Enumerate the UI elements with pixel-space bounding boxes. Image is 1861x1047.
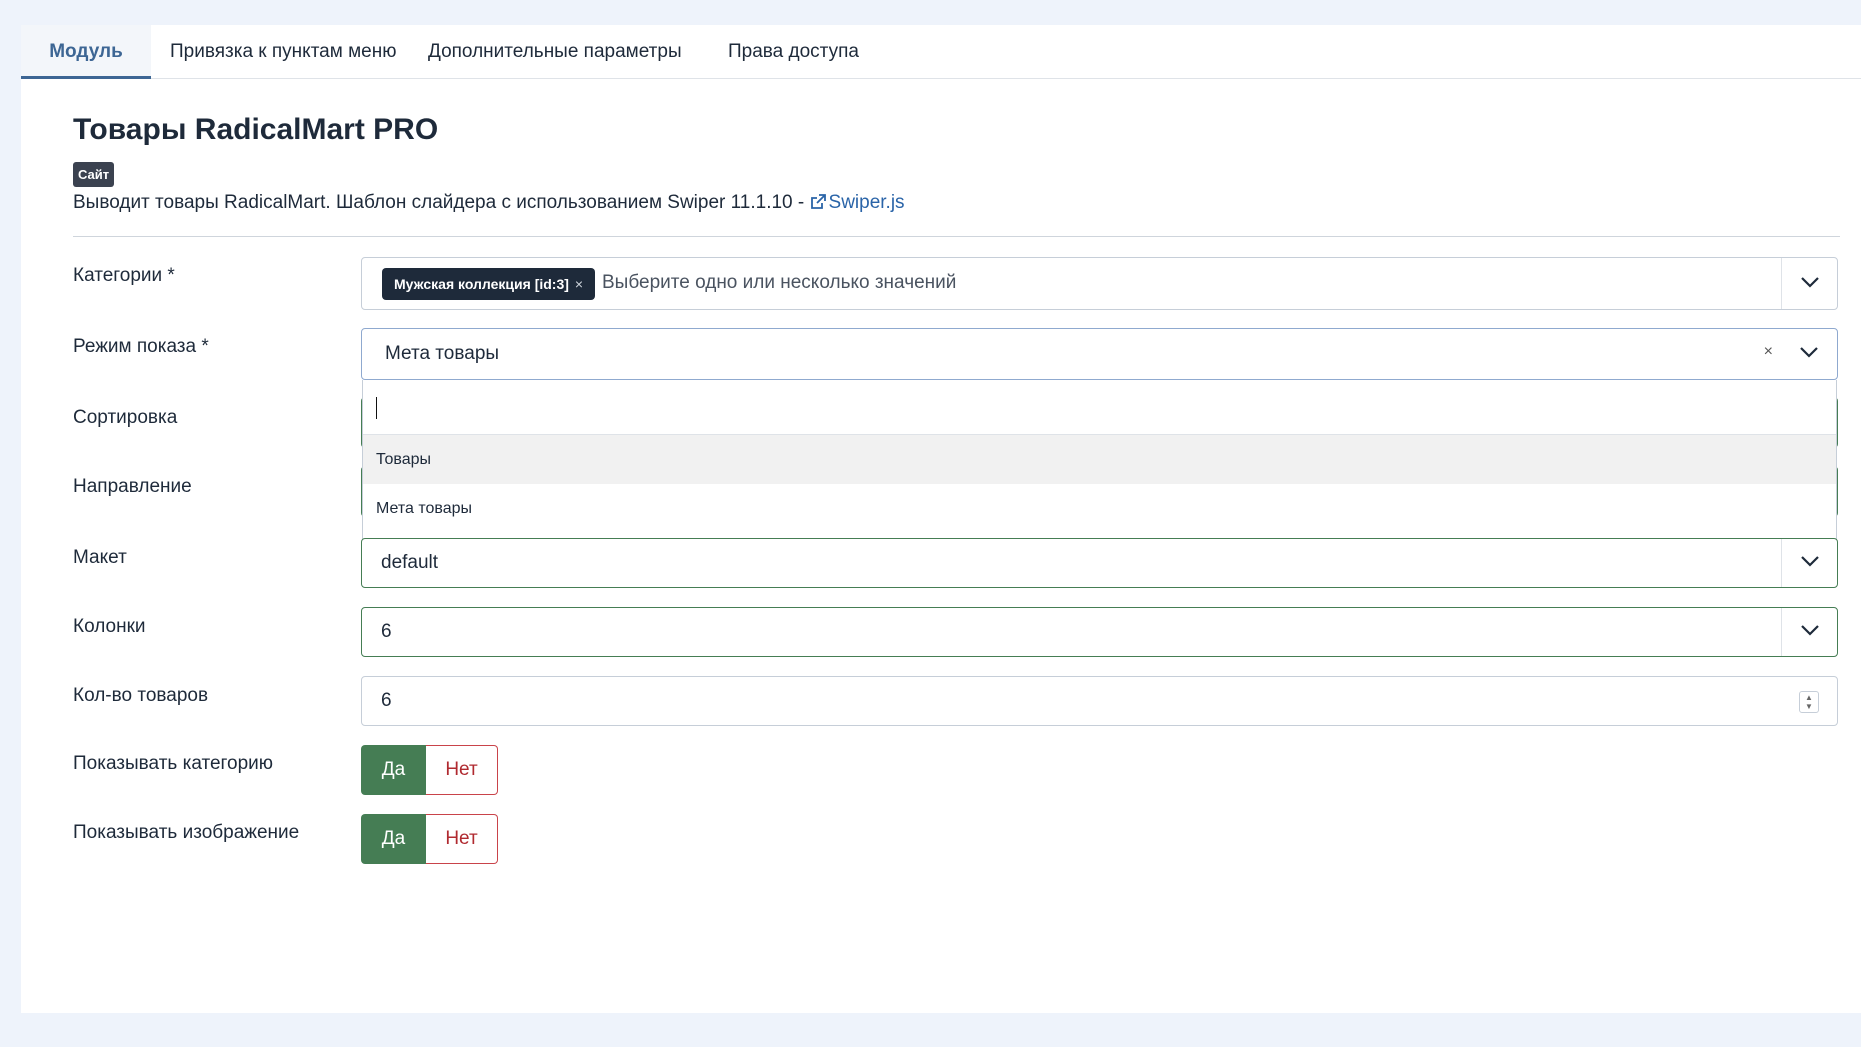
- columns-label: Колонки: [73, 616, 146, 637]
- description-text: Выводит товары RadicalMart. Шаблон слайд…: [73, 192, 810, 213]
- chevron-down-icon: [1800, 623, 1819, 641]
- divider: [73, 236, 1840, 237]
- swiper-link[interactable]: Swiper.js: [810, 192, 905, 213]
- module-description: Выводит товары RadicalMart. Шаблон слайд…: [73, 192, 905, 216]
- mode-toggle[interactable]: [1781, 329, 1837, 379]
- site-badge: Сайт: [73, 162, 115, 187]
- layout-toggle[interactable]: [1781, 539, 1837, 587]
- show-image-yes[interactable]: Да: [361, 814, 426, 864]
- columns-select[interactable]: 6: [361, 607, 1838, 657]
- direction-label: Направление: [73, 476, 192, 497]
- tab-menu-assignment[interactable]: Привязка к пунктам меню: [170, 25, 396, 79]
- count-input[interactable]: 6 ▲ ▼: [361, 676, 1838, 726]
- module-edit-card: Модуль Привязка к пунктам меню Дополните…: [21, 25, 1861, 1013]
- show-category-no[interactable]: Нет: [426, 745, 498, 795]
- mode-dropdown: Товары Мета товары: [362, 380, 1837, 556]
- tab-module[interactable]: Модуль: [21, 25, 151, 79]
- tab-permissions[interactable]: Права доступа: [728, 25, 859, 79]
- show-category-toggle: Да Нет: [361, 745, 498, 795]
- layout-value: default: [381, 552, 439, 573]
- count-label: Кол-во товаров: [73, 685, 209, 706]
- chevron-down-icon: [1800, 275, 1819, 293]
- chevron-down-icon: [1800, 345, 1818, 363]
- categories-select[interactable]: Мужская коллекция [id:3] × Выберите одно …: [361, 257, 1838, 310]
- external-link-icon: [810, 194, 826, 216]
- number-spinner[interactable]: ▲ ▼: [1799, 691, 1819, 713]
- dropdown-option-meta-products[interactable]: Мета товары: [363, 484, 1836, 533]
- chip-remove-icon[interactable]: ×: [575, 276, 583, 292]
- layout-label: Макет: [73, 547, 127, 568]
- page-title: Товары RadicalMart PRO: [73, 113, 439, 146]
- categories-toggle[interactable]: [1781, 258, 1837, 309]
- categories-placeholder: Выберите одно или несколько значений: [602, 272, 957, 293]
- text-cursor: [376, 397, 377, 419]
- mode-label: Режим показа *: [73, 336, 209, 357]
- show-image-label: Показывать изображение: [73, 822, 300, 843]
- mode-value: Мета товары: [385, 343, 500, 364]
- chevron-up-icon: ▲: [1805, 693, 1813, 702]
- swiper-link-text: Swiper.js: [828, 192, 905, 213]
- show-image-toggle: Да Нет: [361, 814, 498, 864]
- show-image-no[interactable]: Нет: [426, 814, 498, 864]
- mode-select[interactable]: Мета товары ×: [361, 328, 1838, 380]
- categories-label: Категории *: [73, 265, 175, 286]
- chevron-down-icon: [1800, 554, 1819, 572]
- show-category-yes[interactable]: Да: [361, 745, 426, 795]
- columns-toggle[interactable]: [1781, 608, 1837, 656]
- dropdown-search-input[interactable]: [363, 380, 1836, 435]
- dropdown-option-products[interactable]: Товары: [363, 435, 1836, 484]
- count-value: 6: [381, 690, 392, 711]
- show-category-label: Показывать категорию: [73, 753, 274, 774]
- columns-value: 6: [381, 621, 392, 642]
- clear-icon[interactable]: ×: [1764, 343, 1773, 361]
- layout-select[interactable]: default: [361, 538, 1838, 588]
- tab-bar: Модуль Привязка к пунктам меню Дополните…: [21, 25, 1861, 79]
- chevron-down-icon: ▼: [1805, 702, 1813, 711]
- tab-advanced[interactable]: Дополнительные параметры: [428, 25, 682, 79]
- category-chip-label: Мужская коллекция [id:3]: [394, 276, 569, 292]
- category-chip: Мужская коллекция [id:3] ×: [382, 268, 596, 300]
- sort-label: Сортировка: [73, 407, 178, 428]
